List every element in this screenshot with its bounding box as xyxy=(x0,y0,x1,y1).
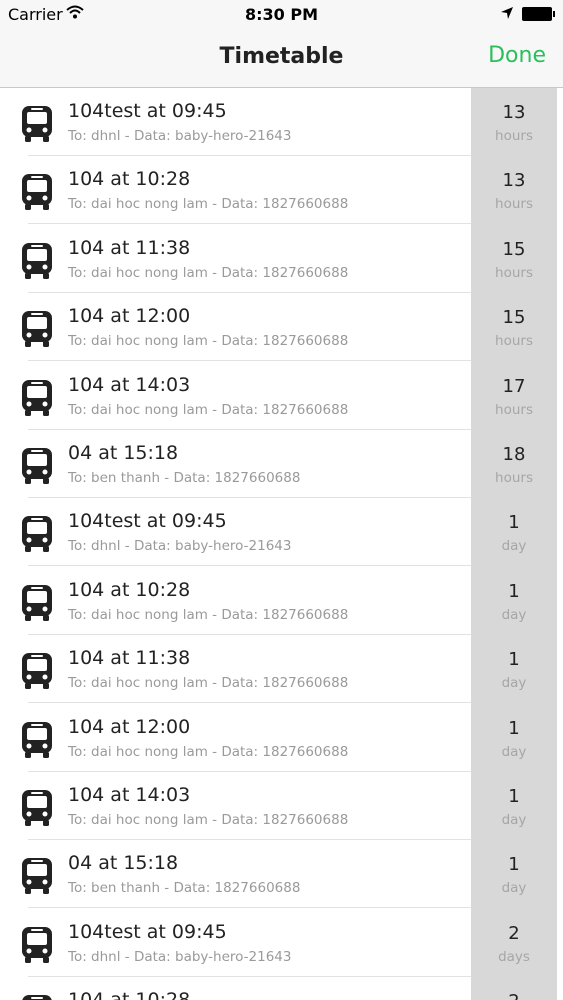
row-title: 104 at 14:03 xyxy=(68,373,191,396)
time-count: 2 xyxy=(471,991,557,1000)
time-unit: hours xyxy=(495,196,533,213)
list-item[interactable]: 104test at 09:45 To: dhnl - Data: baby-he… xyxy=(0,498,563,567)
time-count: 1 xyxy=(508,854,520,876)
time-count: 1 xyxy=(508,717,520,739)
row-subtitle: To: dai hoc nong lam - Data: 1827660688 xyxy=(68,401,349,418)
list-item[interactable]: 04 at 15:18 To: ben thanh - Data: 1827660… xyxy=(0,430,563,498)
row-title: 104 at 11:38 xyxy=(68,236,191,259)
list-item[interactable]: 104 at 10:28 To: dai hoc nong lam - Data:… xyxy=(0,156,563,225)
list-item[interactable]: 104 at 12:00 To: dai hoc nong lam - Data:… xyxy=(0,293,563,362)
list-item[interactable]: 104test at 09:45 To: dhnl - Data: baby-he… xyxy=(0,88,563,156)
bus-icon xyxy=(20,104,54,144)
time-count: 1 xyxy=(508,786,520,807)
time-count: 15 xyxy=(502,307,526,329)
time-count: 1 xyxy=(508,580,520,602)
row-title: 104test at 09:45 xyxy=(68,510,227,533)
bus-icon xyxy=(20,651,54,691)
bus-icon xyxy=(20,241,54,281)
row-subtitle: To: dai hoc nong lam - Data: 1827660688 xyxy=(68,812,349,828)
row-title: 104 at 11:38 xyxy=(68,647,191,670)
row-title: 104test at 09:45 xyxy=(68,100,227,122)
row-subtitle: To: dai hoc nong lam - Data: 1827660688 xyxy=(68,743,349,760)
bus-icon xyxy=(20,378,54,418)
time-unit: day xyxy=(501,812,527,828)
status-bar: Carrier 8:30 PM xyxy=(0,0,563,30)
row-title: 104test at 09:45 xyxy=(68,920,227,943)
bus-icon xyxy=(20,446,54,486)
list-item[interactable]: 104 at 14:03 To: dai hoc nong lam - Data:… xyxy=(0,362,563,430)
row-subtitle: To: dai hoc nong lam - Data: 1827660688 xyxy=(68,675,349,692)
list-item[interactable]: 104test at 09:45 To: dhnl - Data: baby-he… xyxy=(0,909,563,977)
row-title: 04 at 15:18 xyxy=(68,852,179,875)
time-count: 2 xyxy=(508,922,520,944)
time-unit: day xyxy=(501,606,527,623)
row-subtitle: To: dhnl - Data: baby-hero-21643 xyxy=(68,128,292,144)
time-count: 13 xyxy=(502,170,526,192)
bus-icon xyxy=(20,309,54,349)
list-item[interactable]: 104 at 10:28 2 xyxy=(0,977,563,1000)
bus-icon xyxy=(20,856,54,896)
time-unit: day xyxy=(501,538,527,555)
list-item[interactable]: 104 at 11:38 To: dai hoc nong lam - Data:… xyxy=(0,225,563,293)
list-item[interactable]: 104 at 12:00 To: dai hoc nong lam - Data:… xyxy=(0,704,563,772)
bus-icon xyxy=(20,514,54,554)
time-count: 17 xyxy=(502,375,526,397)
bus-icon xyxy=(20,925,54,965)
time-unit: day xyxy=(501,675,527,692)
time-unit: day xyxy=(501,743,527,760)
row-title: 104 at 10:28 xyxy=(68,168,191,191)
time-count: 13 xyxy=(502,102,526,123)
row-title: 104 at 10:28 xyxy=(68,989,190,1000)
row-subtitle: To: dai hoc nong lam - Data: 1827660688 xyxy=(68,333,349,350)
time-unit: hours xyxy=(495,333,533,350)
bus-icon xyxy=(20,583,54,623)
row-subtitle: To: dai hoc nong lam - Data: 1827660688 xyxy=(68,196,349,213)
timetable-list[interactable]: 104test at 09:45 To: dhnl - Data: baby-he… xyxy=(0,88,563,1000)
navigation-bar: Timetable Done xyxy=(0,30,563,88)
bus-icon xyxy=(20,172,54,212)
time-count: 1 xyxy=(508,512,520,534)
time-count: 1 xyxy=(508,649,520,671)
row-subtitle: To: dai hoc nong lam - Data: 1827660688 xyxy=(68,264,349,281)
time-unit: hours xyxy=(495,128,533,144)
list-item[interactable]: 04 at 15:18 To: ben thanh - Data: 1827660… xyxy=(0,840,563,909)
row-subtitle: To: dhnl - Data: baby-hero-21643 xyxy=(68,538,292,555)
row-subtitle: To: ben thanh - Data: 1827660688 xyxy=(68,470,301,486)
time-unit: hours xyxy=(495,401,533,418)
list-item[interactable]: 104 at 10:28 To: dai hoc nong lam - Data:… xyxy=(0,567,563,635)
battery-icon xyxy=(522,7,555,21)
page-title: Timetable xyxy=(219,44,344,69)
row-subtitle: To: ben thanh - Data: 1827660688 xyxy=(68,880,301,897)
row-title: 104 at 12:00 xyxy=(68,715,191,738)
time-unit: days xyxy=(498,948,530,965)
list-item[interactable]: 104 at 11:38 To: dai hoc nong lam - Data:… xyxy=(0,635,563,704)
done-button[interactable]: Done xyxy=(488,43,546,68)
list-item[interactable]: 104 at 14:03 To: dai hoc nong lam - Data:… xyxy=(0,772,563,840)
location-arrow-icon xyxy=(500,5,514,24)
bus-icon xyxy=(20,993,54,1000)
row-title: 104 at 10:28 xyxy=(68,578,191,601)
bus-icon xyxy=(20,788,54,828)
time-count: 18 xyxy=(502,444,526,465)
row-subtitle: To: dhnl - Data: baby-hero-21643 xyxy=(68,948,292,965)
row-title: 04 at 15:18 xyxy=(68,442,179,464)
bus-icon xyxy=(20,720,54,760)
time-unit: hours xyxy=(495,470,533,486)
row-title: 104 at 14:03 xyxy=(68,784,191,806)
time-unit: day xyxy=(501,880,527,897)
row-title: 104 at 12:00 xyxy=(68,305,191,328)
row-subtitle: To: dai hoc nong lam - Data: 1827660688 xyxy=(68,606,349,623)
time-count: 15 xyxy=(502,238,526,260)
status-time: 8:30 PM xyxy=(244,5,318,24)
time-unit: hours xyxy=(495,264,533,281)
